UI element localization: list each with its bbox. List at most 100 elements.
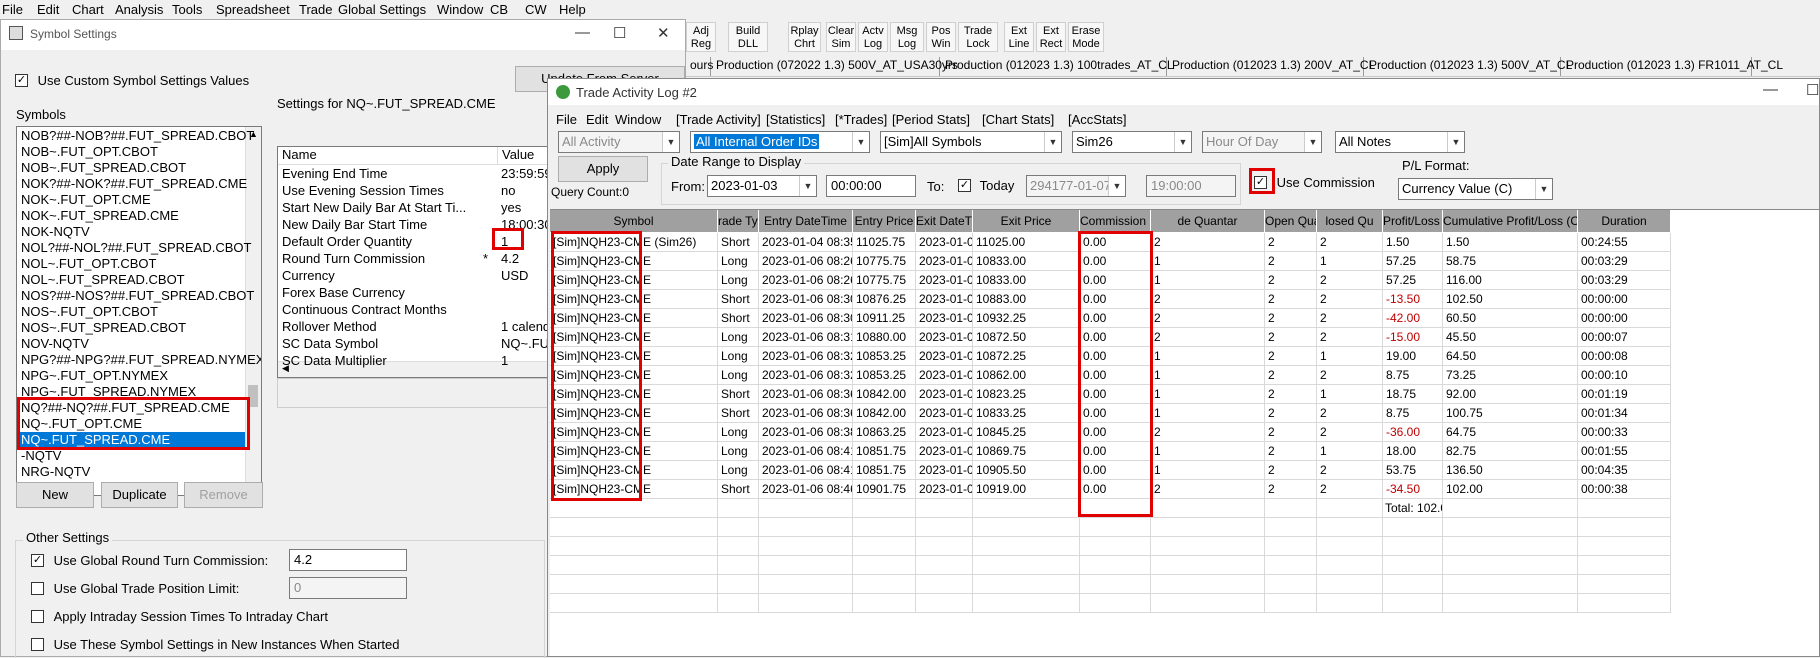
- apply-button[interactable]: Apply: [558, 156, 648, 182]
- settings-row[interactable]: New Daily Bar Start Time 18:00:30: [278, 217, 550, 234]
- grid-header-1[interactable]: rade Typ: [718, 210, 759, 232]
- table-row[interactable]: [Sim]NQH23-CMEShort2023-01-06 08:30:03.8…: [550, 290, 1819, 309]
- main-menu-analysis[interactable]: Analysis: [115, 2, 163, 17]
- main-menu-cw[interactable]: CW: [525, 2, 547, 17]
- toolbar-button-adj[interactable]: Adj Reg: [686, 22, 716, 52]
- settings-row[interactable]: Default Order Quantity 1: [278, 234, 550, 251]
- to-date-picker[interactable]: 294177-01-07 ▼: [1026, 175, 1126, 197]
- trade-log-menu-item[interactable]: [Trade Activity]: [676, 112, 761, 127]
- use-global-pos-checkbox[interactable]: [31, 582, 44, 596]
- grid-header-0[interactable]: Symbol: [550, 210, 718, 232]
- grid-header-3[interactable]: Entry Price: [853, 210, 916, 232]
- symbol-list-item[interactable]: NOK~.FUT_OPT.CME: [19, 192, 151, 208]
- trade-log-minimize-icon[interactable]: —: [1763, 81, 1778, 98]
- from-date-picker[interactable]: 2023-01-03 ▼: [707, 175, 817, 197]
- symbol-list-item[interactable]: NOB?##-NOB?##.FUT_SPREAD.CBOT: [19, 128, 254, 144]
- main-menu-global-settings[interactable]: Global Settings: [338, 2, 426, 17]
- toolbar-button-clear[interactable]: Clear Sim: [826, 22, 856, 52]
- grid-header-2[interactable]: Entry DateTime: [759, 210, 853, 232]
- maximize-icon[interactable]: ☐: [613, 24, 626, 42]
- table-row[interactable]: [Sim]NQH23-CMELong2023-01-06 08:26:34.62…: [550, 252, 1819, 271]
- apply-intraday-checkbox[interactable]: [31, 610, 44, 624]
- grid-header-5[interactable]: Exit Price: [973, 210, 1080, 232]
- table-row[interactable]: [Sim]NQH23-CMELong2023-01-06 08:41:06.15…: [550, 442, 1819, 461]
- chart-tab[interactable]: Production (072022 1.3) 500V_AT_USA30yrs: [712, 57, 958, 76]
- grid-header-7[interactable]: de Quantar: [1151, 210, 1265, 232]
- use-commission-checkbox[interactable]: ✓: [1254, 176, 1267, 190]
- symbol-list-item[interactable]: NPG~.FUT_OPT.NYMEX: [19, 368, 168, 384]
- table-row[interactable]: [Sim]NQH23-CMELong2023-01-06 08:32:39.30…: [550, 366, 1819, 385]
- main-menu-cb[interactable]: CB: [490, 2, 508, 17]
- use-global-rtc-row[interactable]: ✓ Use Global Round Turn Commission:: [31, 552, 268, 568]
- symbol-list-item[interactable]: NPG?##-NPG?##.FUT_SPREAD.NYMEX: [19, 352, 261, 368]
- trade-log-grid[interactable]: Symbolrade TypEntry DateTimeEntry PriceE…: [550, 209, 1819, 656]
- global-pos-input[interactable]: 0: [289, 577, 407, 599]
- toolbar-button-build[interactable]: Build DLL: [728, 22, 768, 52]
- symbol-list-item[interactable]: NOS~.FUT_SPREAD.CBOT: [19, 320, 186, 336]
- main-menu-trade[interactable]: Trade: [299, 2, 332, 17]
- global-rtc-input[interactable]: 4.2: [289, 549, 407, 571]
- grid-header-4[interactable]: Exit DateTime: [916, 210, 973, 232]
- table-row[interactable]: [Sim]NQH23-CMELong2023-01-06 08:26:34.62…: [550, 271, 1819, 290]
- toolbar-button-pos[interactable]: Pos Win: [926, 22, 956, 52]
- today-row[interactable]: ✓ Today: [958, 177, 1014, 193]
- table-row[interactable]: [Sim]NQH23-CMEShort2023-01-06 08:46:34.3…: [550, 480, 1819, 499]
- trade-log-menu-item[interactable]: [*Trades]: [835, 112, 887, 127]
- settings-row[interactable]: Evening End Time 23:59:59: [278, 166, 550, 183]
- symbol-list-item[interactable]: NRG-NQTV: [19, 464, 90, 480]
- main-menu-tools[interactable]: Tools: [172, 2, 202, 17]
- table-row[interactable]: [Sim]NQH23-CMELong2023-01-06 08:41:06.15…: [550, 461, 1819, 480]
- remove-symbol-button[interactable]: Remove: [184, 482, 263, 508]
- trade-log-menu-item[interactable]: [Period Stats]: [892, 112, 970, 127]
- activity-filter-select[interactable]: All Activity ▼: [558, 131, 680, 153]
- table-row[interactable]: [Sim]NQH23-CMELong2023-01-06 08:32:39.30…: [550, 347, 1819, 366]
- main-menu-spreadsheet[interactable]: Spreadsheet: [216, 2, 290, 17]
- table-row[interactable]: [Sim]NQH23-CMELong2023-01-06 08:38:30.02…: [550, 423, 1819, 442]
- grid-header-9[interactable]: losed Qu: [1317, 210, 1383, 232]
- toolbar-button-erase[interactable]: Erase Mode: [1068, 22, 1104, 52]
- order-ids-filter-select[interactable]: All Internal Order IDs ▼: [690, 131, 870, 153]
- symbol-list-item[interactable]: NOB~.FUT_OPT.CBOT: [19, 144, 158, 160]
- symbol-list-item[interactable]: NOB~.FUT_SPREAD.CBOT: [19, 160, 186, 176]
- toolbar-button-actv[interactable]: Actv Log: [858, 22, 888, 52]
- symbol-list-item[interactable]: NQ~.FUT_SPREAD.CME: [19, 432, 245, 448]
- chart-tab[interactable]: ours: [686, 57, 713, 76]
- chart-tab[interactable]: Production (012023 1.3) FR1011_AT_CL: [1562, 57, 1783, 76]
- symbol-list-item[interactable]: NOL~.FUT_SPREAD.CBOT: [19, 272, 185, 288]
- grid-header-6[interactable]: Commission (C): [1080, 210, 1151, 232]
- symbol-list-item[interactable]: NOK?##-NOK?##.FUT_SPREAD.CME: [19, 176, 247, 192]
- today-checkbox[interactable]: ✓: [958, 179, 971, 193]
- grid-header-8[interactable]: Open Quanti: [1265, 210, 1317, 232]
- settings-row[interactable]: Start New Daily Bar At Start Ti... yes: [278, 200, 550, 217]
- pl-format-select[interactable]: Currency Value (C) ▼: [1398, 178, 1553, 200]
- minimize-icon[interactable]: —: [575, 24, 590, 41]
- symbol-list-item[interactable]: -NQTV: [19, 448, 61, 464]
- settings-row[interactable]: Forex Base Currency: [278, 285, 550, 302]
- chart-tab[interactable]: Production (012023 1.3) 500V_AT_CL: [1365, 57, 1572, 76]
- notes-filter-select[interactable]: All Notes ▼: [1335, 131, 1465, 153]
- settings-row[interactable]: Use Evening Session Times no: [278, 183, 550, 200]
- trade-log-menu-item[interactable]: Window: [615, 112, 661, 127]
- new-symbol-button[interactable]: New: [16, 482, 94, 508]
- table-row[interactable]: [Sim]NQH23-CMEShort2023-01-06 08:36:12.4…: [550, 385, 1819, 404]
- main-menu-file[interactable]: File: [2, 2, 23, 17]
- toolbar-button-ext[interactable]: Ext Line: [1004, 22, 1034, 52]
- close-icon[interactable]: ✕: [657, 24, 670, 42]
- settings-row[interactable]: Round Turn Commission * 4.2: [278, 251, 550, 268]
- table-row[interactable]: [Sim]NQH23-CMEShort2023-01-06 08:36:12.4…: [550, 404, 1819, 423]
- toolbar-button-rplay[interactable]: Rplay Chrt: [788, 22, 821, 52]
- main-menu-chart[interactable]: Chart: [72, 2, 104, 17]
- use-custom-settings-row[interactable]: ✓ Use Custom Symbol Settings Values: [15, 72, 249, 88]
- symbol-list-item[interactable]: NOL?##-NOL?##.FUT_SPREAD.CBOT: [19, 240, 251, 256]
- grid-header-12[interactable]: Duration: [1578, 210, 1671, 232]
- trade-log-menu-item[interactable]: [AccStats]: [1068, 112, 1127, 127]
- use-commission-row[interactable]: ✓ Use Commission: [1254, 174, 1375, 190]
- use-custom-settings-checkbox[interactable]: ✓: [15, 74, 28, 88]
- symbol-list-item[interactable]: NOL~.FUT_OPT.CBOT: [19, 256, 156, 272]
- symbols-list[interactable]: ▲ ▼ NOB?##-NOB?##.FUT_SPREAD.CBOTNOB~.FU…: [16, 126, 262, 496]
- use-global-pos-row[interactable]: Use Global Trade Position Limit:: [31, 580, 239, 596]
- symbol-list-item[interactable]: NQ~.FUT_OPT.CME: [19, 416, 142, 432]
- symbol-list-item[interactable]: NPG~.FUT_SPREAD.NYMEX: [19, 384, 196, 400]
- use-new-instances-row[interactable]: Use These Symbol Settings in New Instanc…: [31, 636, 400, 652]
- grid-header-11[interactable]: Cumulative Profit/Loss (C): [1443, 210, 1578, 232]
